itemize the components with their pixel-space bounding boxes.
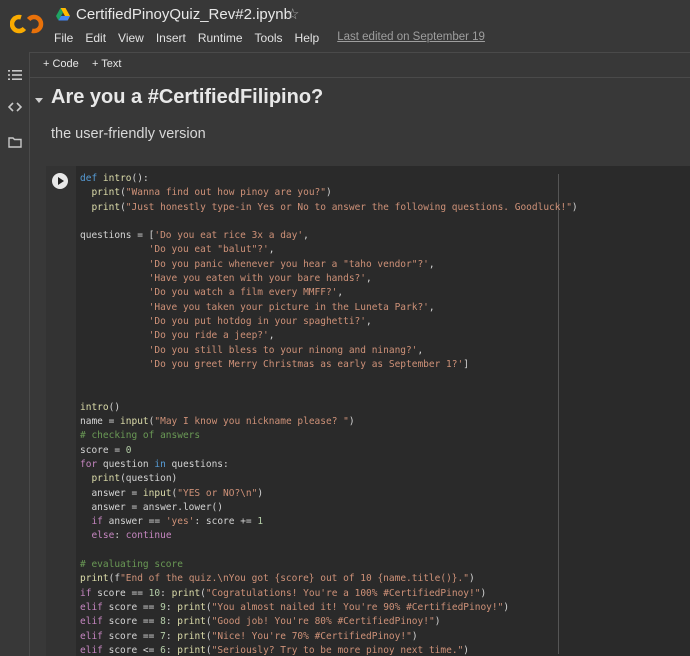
collapse-section-icon[interactable] xyxy=(34,95,44,105)
menu-view[interactable]: View xyxy=(118,31,144,45)
star-icon[interactable]: ☆ xyxy=(286,5,299,23)
add-text-button[interactable]: + Text xyxy=(92,58,121,70)
add-code-button[interactable]: + Code xyxy=(43,58,79,70)
menu-insert[interactable]: Insert xyxy=(156,31,186,45)
menu-help[interactable]: Help xyxy=(295,31,320,45)
code-line: score = 0 xyxy=(80,444,132,456)
code-line: print(question) xyxy=(91,473,178,485)
code-line: for question in questions: xyxy=(80,458,229,470)
code-line: 'Do you put hotdog in your spaghetti?', xyxy=(148,315,372,327)
code-editor[interactable]: def intro(): print("Wanna find out how p… xyxy=(80,172,680,656)
code-line: elif score == 9: print("You almost naile… xyxy=(80,601,510,613)
code-line: # checking of answers xyxy=(80,430,201,442)
code-line: 'Do you greet Merry Christmas as early a… xyxy=(148,358,469,370)
section-subheading: the user-friendly version xyxy=(51,126,206,142)
menu-file[interactable]: File xyxy=(54,31,73,45)
google-drive-icon xyxy=(56,8,70,21)
notebook-area: Are you a #CertifiedFilipino? the user-f… xyxy=(30,78,690,656)
code-line: # evaluating score xyxy=(80,559,183,571)
section-heading: Are you a #CertifiedFilipino? xyxy=(51,86,324,108)
code-line: 'Have you eaten with your bare hands?', xyxy=(148,273,372,285)
code-line: ​ xyxy=(80,544,680,558)
folder-icon[interactable] xyxy=(8,135,22,149)
menu-runtime[interactable]: Runtime xyxy=(198,31,243,45)
code-line: elif score == 8: print("Good job! You're… xyxy=(80,616,441,628)
code-line: else: continue xyxy=(91,530,172,542)
code-line: 'Do you watch a film every MMFF?', xyxy=(148,287,344,299)
code-line: def intro(): xyxy=(80,173,149,184)
code-line: print("Just honestly type-in Yes or No t… xyxy=(91,201,578,213)
code-cell[interactable]: def intro(): print("Wanna find out how p… xyxy=(46,166,690,656)
left-sidebar xyxy=(0,52,30,656)
code-icon[interactable] xyxy=(8,100,22,114)
notebook-toolbar: + Code + Text xyxy=(30,52,690,78)
code-line: answer = answer.lower() xyxy=(80,501,223,513)
code-line: print("Wanna find out how pinoy are you?… xyxy=(91,187,332,199)
last-edited-link[interactable]: Last edited on September 19 xyxy=(337,31,485,45)
code-line: ​ xyxy=(80,386,680,400)
app-header: CertifiedPinoyQuiz_Rev#2.ipynb ☆ File Ed… xyxy=(0,0,690,52)
code-line: print(f"End of the quiz.\nYou got {score… xyxy=(80,573,475,585)
code-line: 'Do you still bless to your ninong and n… xyxy=(148,344,424,356)
code-line: intro() xyxy=(80,401,121,413)
code-line: if score == 10: print("Cogratulations! Y… xyxy=(80,587,487,599)
code-line: name = input("May I know you nickname pl… xyxy=(80,416,355,428)
code-line: elif score <= 6: print("Seriously? Try t… xyxy=(80,644,470,656)
run-cell-button[interactable] xyxy=(52,173,68,189)
code-line: ​ xyxy=(80,372,680,386)
menu-icon[interactable] xyxy=(8,68,22,82)
code-line: if answer == 'yes': score += 1 xyxy=(91,516,264,528)
code-line: 'Do you ride a jeep?', xyxy=(148,330,275,342)
menu-tools[interactable]: Tools xyxy=(255,31,283,45)
menu-edit[interactable]: Edit xyxy=(85,31,106,45)
code-line: ​ xyxy=(80,215,680,229)
colab-logo[interactable] xyxy=(10,12,44,36)
notebook-title[interactable]: CertifiedPinoyQuiz_Rev#2.ipynb xyxy=(76,6,292,23)
code-line: 'Do you eat "balut"?', xyxy=(148,244,275,256)
cell-gutter xyxy=(46,166,76,656)
code-line: 'Do you panic whenever you hear a "taho … xyxy=(148,258,435,270)
code-line: questions = ['Do you eat rice 3x a day', xyxy=(80,230,309,242)
code-line: elif score == 7: print("Nice! You're 70%… xyxy=(80,630,418,642)
code-line: answer = input("YES or NO?\n") xyxy=(80,487,264,499)
menu-bar: File Edit View Insert Runtime Tools Help… xyxy=(54,31,485,45)
code-line: 'Have you taken your picture in the Lune… xyxy=(148,301,435,313)
